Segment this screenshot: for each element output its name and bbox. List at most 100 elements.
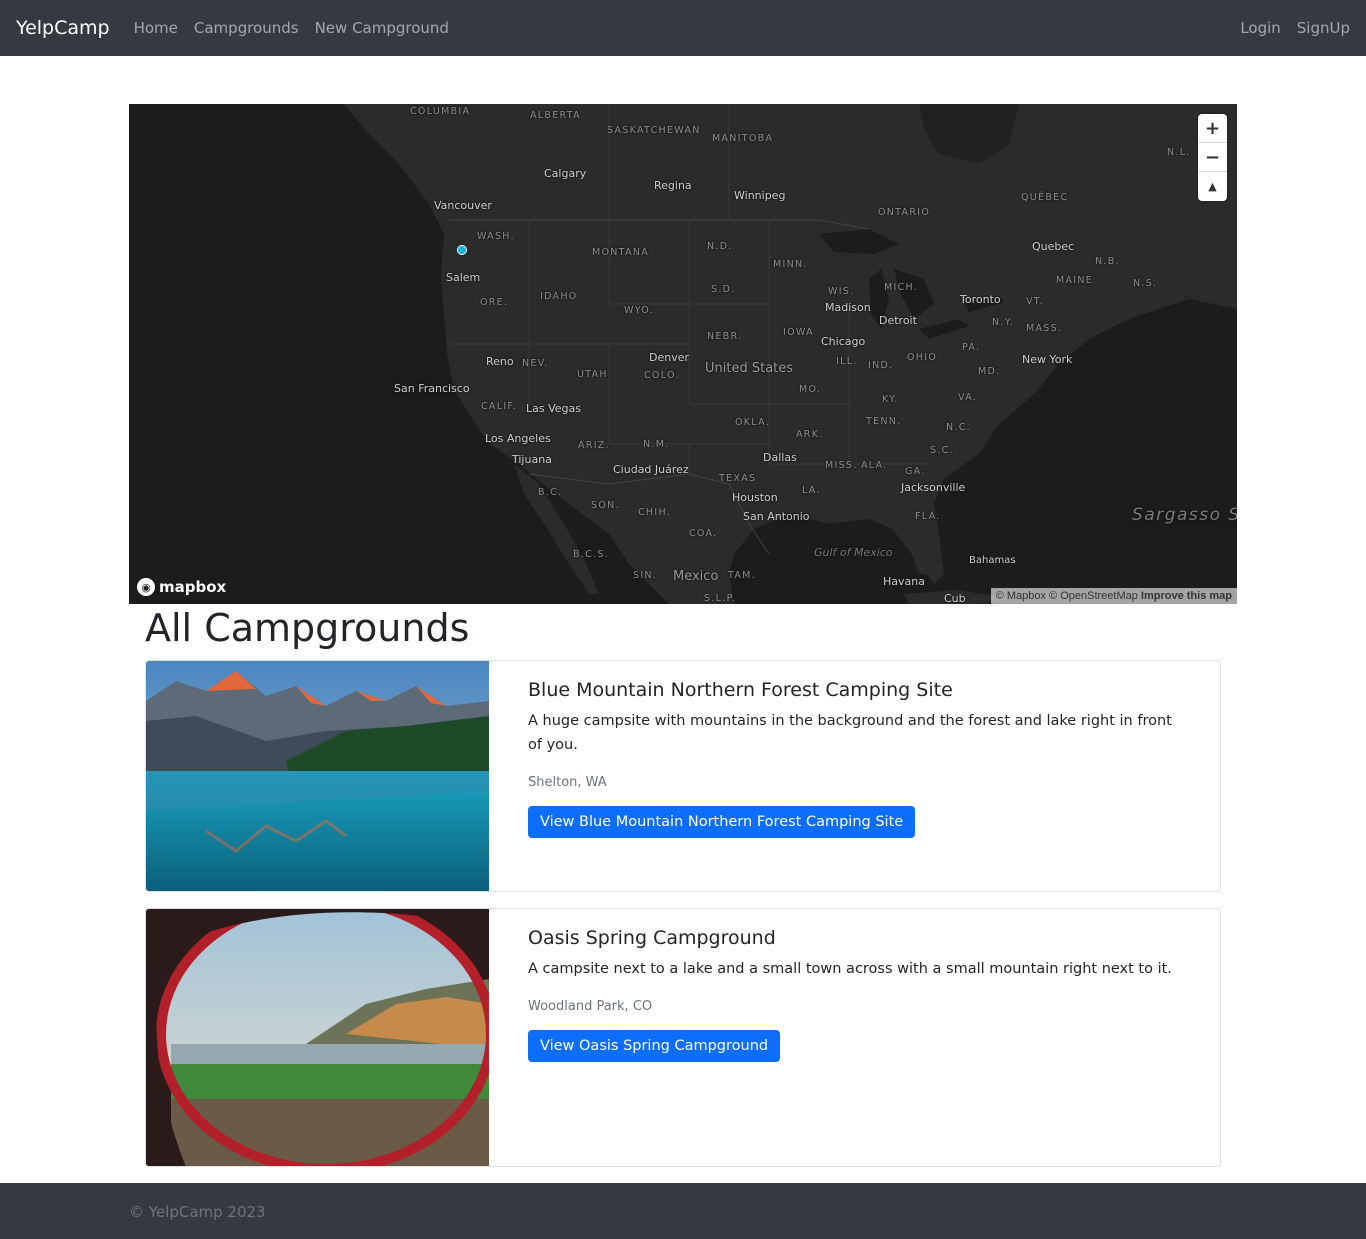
map-label: ARK. (796, 429, 824, 440)
page-title: All Campgrounds (145, 606, 470, 650)
map-label: B.C.S. (573, 549, 610, 560)
compass-button[interactable]: ▲ (1198, 172, 1227, 201)
campground-marker[interactable] (457, 245, 467, 255)
map-label: N.D. (707, 241, 733, 252)
campground-card: Oasis Spring Campground A campsite next … (145, 908, 1221, 1167)
map-label: COLO. (644, 370, 680, 381)
map-label: WYO. (624, 305, 654, 316)
map-label: S.D. (711, 284, 736, 295)
map-label: N.B. (1095, 256, 1120, 267)
map-label: IDAHO (540, 291, 578, 302)
map-label: SASKATCHEWAN (607, 125, 701, 136)
map-label: ARIZ. (578, 440, 610, 451)
map-label: SIN. (633, 570, 658, 581)
map-label: N.M. (643, 439, 670, 450)
map-label: IOWA (783, 327, 814, 338)
card-body: Blue Mountain Northern Forest Camping Si… (528, 679, 1188, 838)
nav-new-campground-link[interactable]: New Campground (315, 19, 449, 37)
map-label: ALA. (861, 460, 888, 471)
map-label: CHIH. (638, 507, 672, 518)
auth-links: Login SignUp (1224, 19, 1350, 37)
map-label: UTAH (577, 369, 608, 380)
map-label: S.C. (930, 445, 954, 456)
login-link[interactable]: Login (1240, 19, 1280, 37)
card-body: Oasis Spring Campground A campsite next … (528, 927, 1188, 1062)
map-label: Vancouver (434, 199, 492, 212)
map-label: New York (1022, 353, 1073, 366)
map-label: KY. (882, 394, 899, 405)
improve-map-link[interactable]: Improve this map (1141, 590, 1232, 602)
map-label: ILL. (836, 356, 858, 367)
map-label: Mexico (673, 569, 719, 584)
campground-description: A campsite next to a lake and a small to… (528, 961, 1172, 977)
map-label: TEXAS (719, 473, 757, 484)
map-label: MO. (799, 384, 822, 395)
brand-link[interactable]: YelpCamp (16, 17, 110, 39)
footer: © YelpCamp 2023 (0, 1183, 1366, 1239)
mapbox-logo-text: mapbox (159, 578, 227, 596)
mapbox-logo[interactable]: ◉ mapbox (137, 578, 226, 596)
map-label: SON. (591, 500, 620, 511)
map-label: N.S. (1133, 278, 1158, 289)
map-label: QUÉBEC (1021, 192, 1069, 203)
nav-campgrounds-link[interactable]: Campgrounds (194, 19, 299, 37)
map-label: OKLA. (735, 417, 771, 428)
map-label: MONTANA (592, 247, 650, 258)
zoom-out-button[interactable]: − (1198, 143, 1227, 172)
footer-copyright: © YelpCamp 2023 (129, 1203, 266, 1221)
map-label: FLA. (915, 511, 941, 522)
map-label: VA. (958, 392, 978, 403)
map-label: Regina (654, 179, 692, 192)
view-campground-button[interactable]: View Blue Mountain Northern Forest Campi… (528, 806, 916, 838)
map-label: WIS. (828, 286, 855, 297)
map-label: Jacksonville (901, 481, 966, 494)
campground-image (146, 909, 489, 1166)
campground-location: Shelton, WA (528, 775, 607, 790)
map-label: LA. (802, 485, 821, 496)
map-label: IND. (868, 360, 894, 371)
map-label: ALBERTA (530, 110, 581, 121)
cluster-map[interactable]: COLUMBIA ALBERTA SASKATCHEWAN MANITOBA C… (129, 104, 1237, 604)
campground-description: A huge campsite with mountains in the ba… (528, 713, 1172, 753)
signup-link[interactable]: SignUp (1297, 19, 1350, 37)
nav-home-link[interactable]: Home (134, 19, 178, 37)
campground-image (146, 661, 489, 891)
map-label: NEV. (522, 358, 549, 369)
map-label: MICH. (884, 282, 919, 293)
map-label: ORE. (480, 297, 509, 308)
map-label: S.L.P. (704, 593, 737, 604)
map-label: MD. (978, 366, 1001, 377)
map-label: Gulf of Mexico (814, 546, 893, 559)
map-label: Quebec (1032, 240, 1075, 253)
map-label: Tijuana (512, 453, 552, 466)
map-label: United States (705, 361, 794, 376)
campground-location: Woodland Park, CO (528, 999, 653, 1014)
map-label: VT. (1026, 296, 1045, 307)
zoom-in-button[interactable]: + (1198, 114, 1227, 143)
campground-title: Oasis Spring Campground (528, 927, 776, 949)
map-attribution: © Mapbox © OpenStreetMap Improve this ma… (990, 588, 1237, 604)
map-label: Los Angeles (485, 432, 551, 445)
map-label: Toronto (960, 293, 1001, 306)
navbar: YelpCamp Home Campgrounds New Campground… (0, 0, 1366, 56)
view-campground-button[interactable]: View Oasis Spring Campground (528, 1030, 781, 1062)
map-label: Denver (649, 351, 690, 364)
map-label: Madison (825, 301, 871, 314)
map-label: Reno (486, 355, 514, 368)
map-label: MINN. (773, 259, 808, 270)
map-label: OHIO (907, 352, 938, 363)
map-label: San Francisco (394, 382, 470, 395)
map-label: WASH. (477, 231, 515, 242)
map-label: MAINE (1056, 275, 1094, 286)
map-label: Bahamas (969, 555, 1016, 566)
map-label: Las Vegas (526, 402, 581, 415)
map-label: ONTARIO (878, 207, 931, 218)
attribution-text[interactable]: © Mapbox © OpenStreetMap (996, 590, 1138, 602)
map-label: COA. (689, 528, 718, 539)
map-label: Sargasso Sea (1132, 505, 1237, 525)
map-label: Ciudad Juárez (613, 463, 689, 476)
map-label: N.C. (946, 422, 971, 433)
map-label: PA. (962, 342, 981, 353)
campground-title: Blue Mountain Northern Forest Camping Si… (528, 679, 953, 701)
map-label: Detroit (879, 314, 917, 327)
